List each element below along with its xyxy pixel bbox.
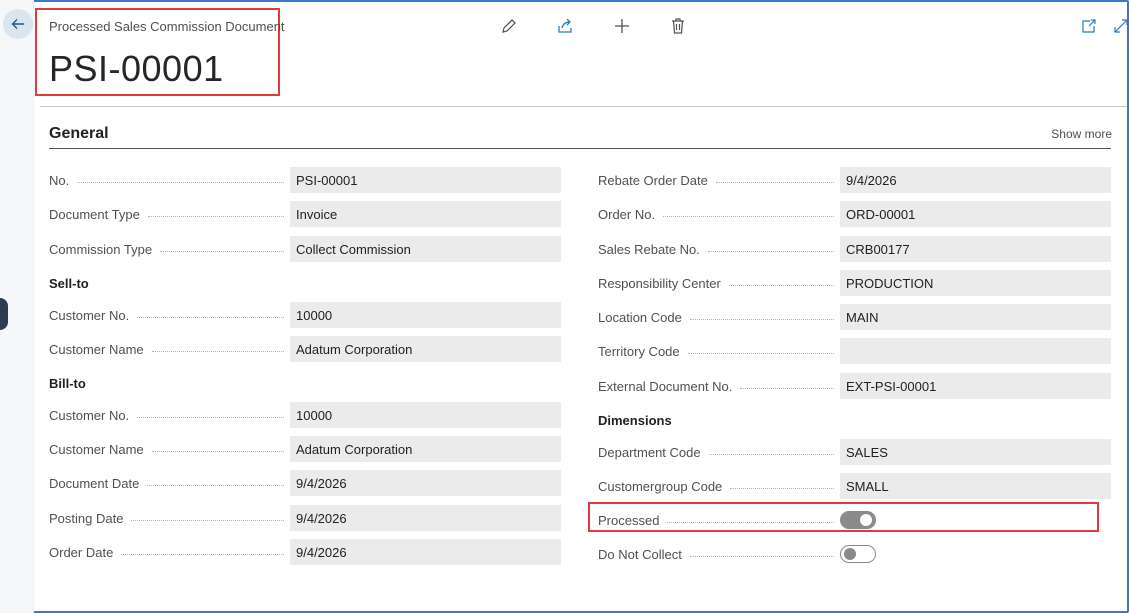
back-button[interactable] (3, 9, 33, 39)
bill-to-heading: Bill-to (49, 376, 86, 391)
field-no: No. PSI-00001 (49, 167, 561, 193)
field-bill-to-customer-no: Customer No. 10000 (49, 402, 561, 428)
field-do-not-collect: Do Not Collect (598, 541, 1111, 567)
field-territory-code: Territory Code (598, 338, 1111, 364)
expand-icon (1114, 19, 1128, 33)
expand-button[interactable] (1110, 15, 1129, 37)
field-sales-rebate-no: Sales Rebate No. CRB00177 (598, 236, 1111, 262)
field-commission-type: Commission Type Collect Commission (49, 236, 561, 262)
field-order-no: Order No. ORD-00001 (598, 201, 1111, 227)
field-value-external-document-no[interactable]: EXT-PSI-00001 (840, 373, 1111, 399)
field-order-date: Order Date 9/4/2026 (49, 539, 561, 565)
field-value-commission-type[interactable]: Collect Commission (290, 236, 561, 262)
field-value-sell-to-customer-name[interactable]: Adatum Corporation (290, 336, 561, 362)
page-caption: Processed Sales Commission Document (49, 19, 285, 34)
open-new-window-button[interactable] (1078, 15, 1100, 37)
field-posting-date: Posting Date 9/4/2026 (49, 505, 561, 531)
field-label: Posting Date (49, 510, 124, 526)
field-customergroup-code: Customergroup Code SMALL (598, 473, 1111, 499)
field-label: Order Date (49, 544, 114, 560)
field-value-location-code[interactable]: MAIN (840, 304, 1111, 330)
page-title: PSI-00001 (49, 48, 224, 89)
field-label: No. (49, 172, 70, 188)
field-label: Document Type (49, 206, 140, 222)
field-label: Processed (598, 512, 660, 528)
delete-button[interactable] (667, 15, 689, 37)
show-more-link[interactable]: Show more (1051, 127, 1112, 141)
section-divider (49, 148, 1111, 149)
field-label: Customergroup Code (598, 478, 723, 494)
field-value-no[interactable]: PSI-00001 (290, 167, 561, 193)
field-value-rebate-order-date[interactable]: 9/4/2026 (840, 167, 1111, 193)
field-label: Customer Name (49, 341, 144, 357)
field-bill-to-customer-name: Customer Name Adatum Corporation (49, 436, 561, 462)
dimensions-heading: Dimensions (598, 413, 672, 428)
field-value-sales-rebate-no[interactable]: CRB00177 (840, 236, 1111, 262)
field-label: Department Code (598, 444, 701, 460)
pencil-icon (502, 19, 516, 33)
field-sell-to-customer-no: Customer No. 10000 (49, 302, 561, 328)
field-value-bill-to-customer-name[interactable]: Adatum Corporation (290, 436, 561, 462)
field-label: Commission Type (49, 241, 153, 257)
field-label: External Document No. (598, 378, 733, 394)
field-value-department-code[interactable]: SALES (840, 439, 1111, 465)
field-label: Order No. (598, 206, 656, 222)
trash-icon (672, 18, 684, 34)
field-value-customergroup-code[interactable]: SMALL (840, 473, 1111, 499)
open-in-new-window-icon (1082, 19, 1096, 33)
sell-to-heading: Sell-to (49, 276, 89, 291)
field-value-document-date[interactable]: 9/4/2026 (290, 470, 561, 496)
edit-button[interactable] (498, 15, 520, 37)
field-value-order-date[interactable]: 9/4/2026 (290, 539, 561, 565)
header-divider (40, 106, 1127, 107)
arrow-left-icon (11, 19, 24, 29)
plus-icon (615, 19, 629, 33)
do-not-collect-toggle[interactable] (840, 545, 876, 563)
field-label: Rebate Order Date (598, 172, 708, 188)
field-external-document-no: External Document No. EXT-PSI-00001 (598, 373, 1111, 399)
field-location-code: Location Code MAIN (598, 304, 1111, 330)
field-value-territory-code[interactable] (840, 338, 1111, 364)
field-value-responsibility-center[interactable]: PRODUCTION (840, 270, 1111, 296)
new-button[interactable] (611, 15, 633, 37)
section-title: General (49, 125, 109, 142)
field-label: Sales Rebate No. (598, 241, 700, 257)
field-document-date: Document Date 9/4/2026 (49, 470, 561, 496)
field-value-document-type[interactable]: Invoice (290, 201, 561, 227)
field-label: Customer No. (49, 307, 130, 323)
field-value-posting-date[interactable]: 9/4/2026 (290, 505, 561, 531)
field-value-sell-to-customer-no[interactable]: 10000 (290, 302, 561, 328)
field-rebate-order-date: Rebate Order Date 9/4/2026 (598, 167, 1111, 193)
field-label: Customer Name (49, 441, 144, 457)
processed-toggle[interactable] (840, 511, 876, 529)
field-sell-to-customer-name: Customer Name Adatum Corporation (49, 336, 561, 362)
share-button[interactable] (554, 15, 576, 37)
field-responsibility-center: Responsibility Center PRODUCTION (598, 270, 1111, 296)
field-label: Customer No. (49, 407, 130, 423)
field-label: Location Code (598, 309, 682, 325)
field-label: Territory Code (598, 343, 680, 359)
toggle-knob (860, 514, 872, 526)
field-department-code: Department Code SALES (598, 439, 1111, 465)
toggle-knob (844, 548, 856, 560)
field-document-type: Document Type Invoice (49, 201, 561, 227)
field-value-bill-to-customer-no[interactable]: 10000 (290, 402, 561, 428)
field-label: Document Date (49, 475, 140, 491)
field-label: Responsibility Center (598, 275, 721, 291)
field-value-order-no[interactable]: ORD-00001 (840, 201, 1111, 227)
field-label: Do Not Collect (598, 546, 682, 562)
field-processed: Processed (598, 507, 1111, 533)
side-panel-handle[interactable] (0, 298, 8, 330)
share-icon (558, 18, 572, 33)
